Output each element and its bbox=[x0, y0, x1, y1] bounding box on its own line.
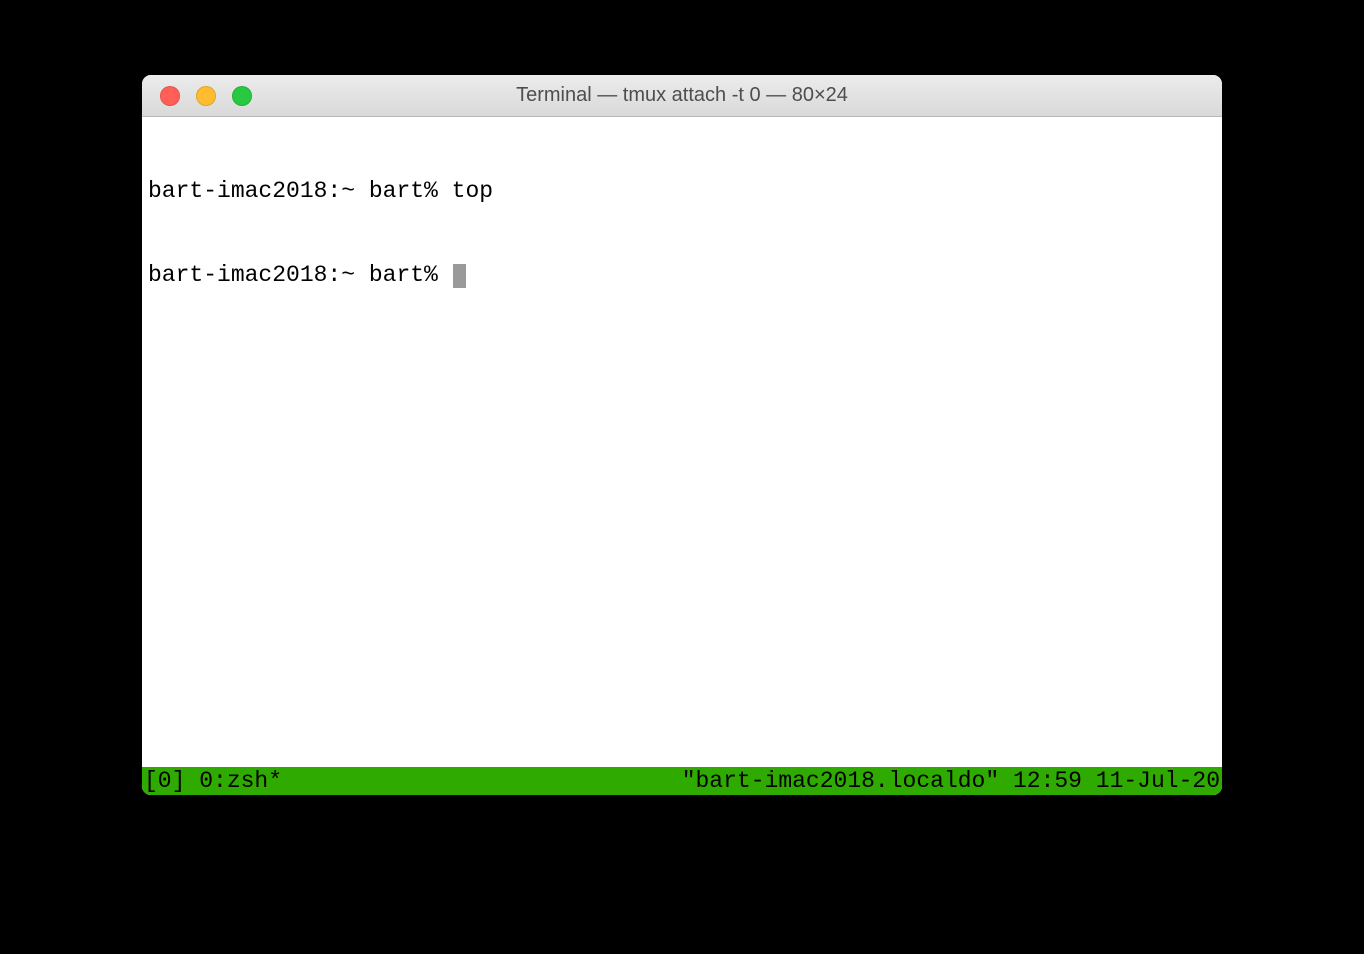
prompt-text: bart-imac2018:~ bart% bbox=[148, 262, 452, 288]
close-icon[interactable] bbox=[160, 86, 180, 106]
cursor-icon bbox=[453, 264, 467, 288]
window-title: Terminal — tmux attach -t 0 — 80×24 bbox=[142, 84, 1222, 107]
terminal-line: bart-imac2018:~ bart% bbox=[148, 261, 1216, 289]
zoom-icon[interactable] bbox=[232, 86, 252, 106]
command-text: top bbox=[452, 178, 493, 204]
terminal-body[interactable]: bart-imac2018:~ bart% top bart-imac2018:… bbox=[142, 117, 1222, 795]
tmux-status-right: "bart-imac2018.localdo" 12:59 11-Jul-20 bbox=[682, 767, 1220, 795]
minimize-icon[interactable] bbox=[196, 86, 216, 106]
traffic-lights bbox=[142, 86, 252, 106]
prompt-text: bart-imac2018:~ bart% bbox=[148, 178, 452, 204]
tmux-status-bar: [0] 0:zsh* "bart-imac2018.localdo" 12:59… bbox=[142, 767, 1222, 795]
titlebar[interactable]: Terminal — tmux attach -t 0 — 80×24 bbox=[142, 75, 1222, 117]
terminal-output: bart-imac2018:~ bart% top bart-imac2018:… bbox=[148, 121, 1216, 767]
tmux-status-left: [0] 0:zsh* bbox=[144, 767, 282, 795]
terminal-window: Terminal — tmux attach -t 0 — 80×24 bart… bbox=[142, 75, 1222, 795]
terminal-line: bart-imac2018:~ bart% top bbox=[148, 177, 1216, 205]
